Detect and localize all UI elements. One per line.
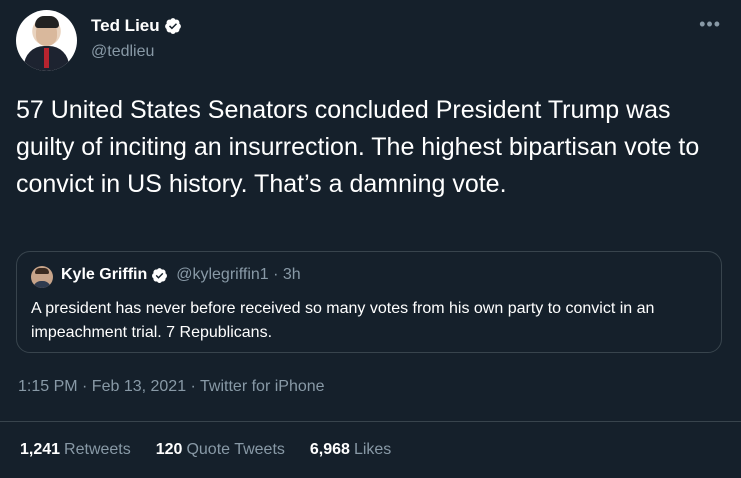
avatar-tie: [44, 48, 49, 68]
quoted-tweet[interactable]: Kyle Griffin @kylegriffin1 · 3h A presid…: [16, 251, 722, 353]
retweets-stat[interactable]: 1,241 Retweets: [20, 441, 131, 459]
quoted-author-avatar: [31, 266, 53, 288]
author-avatar[interactable]: [16, 10, 77, 71]
verified-badge-icon: [152, 267, 168, 283]
retweets-count: 1,241: [20, 441, 61, 458]
likes-stat[interactable]: 6,968 Likes: [310, 441, 391, 459]
divider: [0, 421, 741, 422]
quote-tweets-count: 120: [155, 441, 183, 458]
likes-count: 6,968: [309, 441, 350, 458]
quoted-author-meta: @kylegriffin1 · 3h: [176, 266, 301, 283]
retweets-label: Retweets: [64, 441, 131, 458]
verified-badge-icon: [164, 18, 181, 34]
quoted-tweet-text: A president has never before received so…: [31, 300, 655, 341]
quote-tweets-stat[interactable]: 120 Quote Tweets: [156, 441, 285, 459]
tweet-text: 57 United States Senators concluded Pres…: [16, 96, 707, 198]
likes-label: Likes: [353, 441, 392, 458]
more-options-icon[interactable]: •••: [699, 14, 721, 35]
quoted-author-name: Kyle Griffin: [61, 266, 148, 283]
quote-tweets-label: Quote Tweets: [186, 441, 285, 458]
tweet-stats: 1,241 Retweets 120 Quote Tweets 6,968 Likes: [20, 441, 391, 459]
tweet-timestamp[interactable]: 1:15 PM · Feb 13, 2021 · Twitter for iPh…: [18, 378, 325, 396]
avatar-hair: [35, 16, 59, 28]
author-name-row[interactable]: Ted Lieu: [91, 16, 182, 36]
author-handle[interactable]: @tedlieu: [91, 43, 154, 61]
author-name[interactable]: Ted Lieu: [91, 16, 160, 36]
quoted-tweet-header: Kyle Griffin @kylegriffin1 · 3h: [61, 266, 301, 284]
tweet-header: Ted Lieu @tedlieu •••: [16, 10, 725, 74]
